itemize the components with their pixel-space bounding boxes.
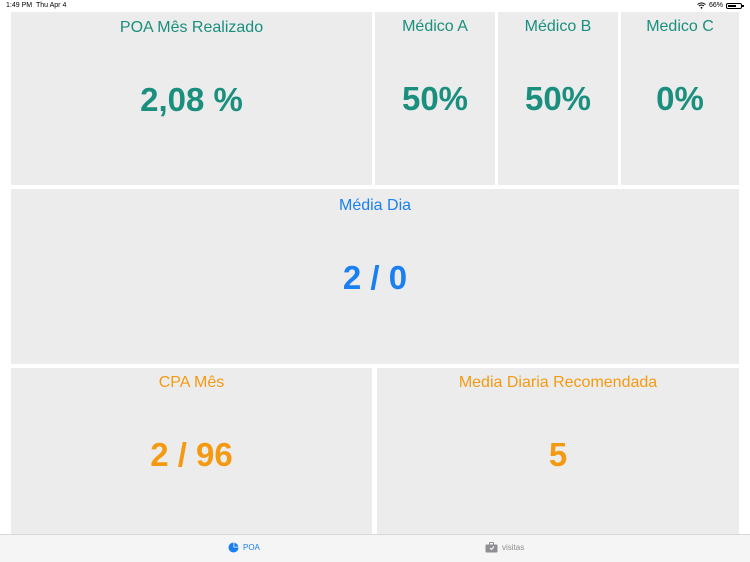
pie-chart-icon — [228, 542, 239, 553]
battery-icon — [726, 2, 744, 9]
medico-a-value: 50% — [401, 80, 469, 117]
status-bar: 1:49 PM Thu Apr 4 66% — [0, 0, 750, 11]
tab-bar: POA visitas — [0, 534, 750, 562]
tab-visitas-label: visitas — [502, 543, 525, 552]
cpa-value: 2 / 96 — [150, 436, 233, 473]
poa-label: POA Mês Realizado — [119, 19, 264, 36]
media-recomendada-value: 5 — [548, 436, 568, 473]
media-recomendada-label: Media Diaria Recomendada — [458, 374, 658, 391]
status-time: 1:49 PM — [6, 2, 33, 9]
wifi-icon — [697, 2, 706, 9]
medico-b-label: Médico B — [524, 18, 592, 35]
cpa-label: CPA Mês — [158, 374, 225, 391]
medico-c-label: Medico C — [646, 18, 714, 35]
poa-value: 2,08 % — [140, 81, 243, 118]
media-dia-value: 2 / 0 — [342, 259, 408, 296]
tab-poa-label: POA — [243, 543, 260, 552]
poa-tile: POA Mês Realizado 2,08 % — [11, 12, 372, 185]
medico-c-value: 0% — [656, 80, 704, 117]
media-dia-tile: Média Dia 2 / 0 — [11, 189, 739, 364]
status-date: Thu Apr 4 — [36, 2, 67, 9]
medico-c-tile: Medico C 0% — [621, 12, 739, 185]
medico-a-tile: Médico A 50% — [375, 12, 495, 185]
tab-visitas[interactable]: visitas — [485, 542, 524, 553]
status-right: 66% — [697, 2, 744, 9]
battery-percent: 66% — [708, 2, 723, 9]
medico-b-tile: Médico B 50% — [498, 12, 618, 185]
briefcase-icon — [485, 542, 498, 553]
cpa-tile: CPA Mês 2 / 96 — [11, 368, 372, 534]
media-dia-label: Média Dia — [338, 197, 412, 214]
tab-poa[interactable]: POA — [228, 542, 260, 553]
medico-b-value: 50% — [524, 80, 592, 117]
medico-a-label: Médico A — [402, 18, 468, 35]
media-recomendada-tile: Media Diaria Recomendada 5 — [377, 368, 739, 534]
